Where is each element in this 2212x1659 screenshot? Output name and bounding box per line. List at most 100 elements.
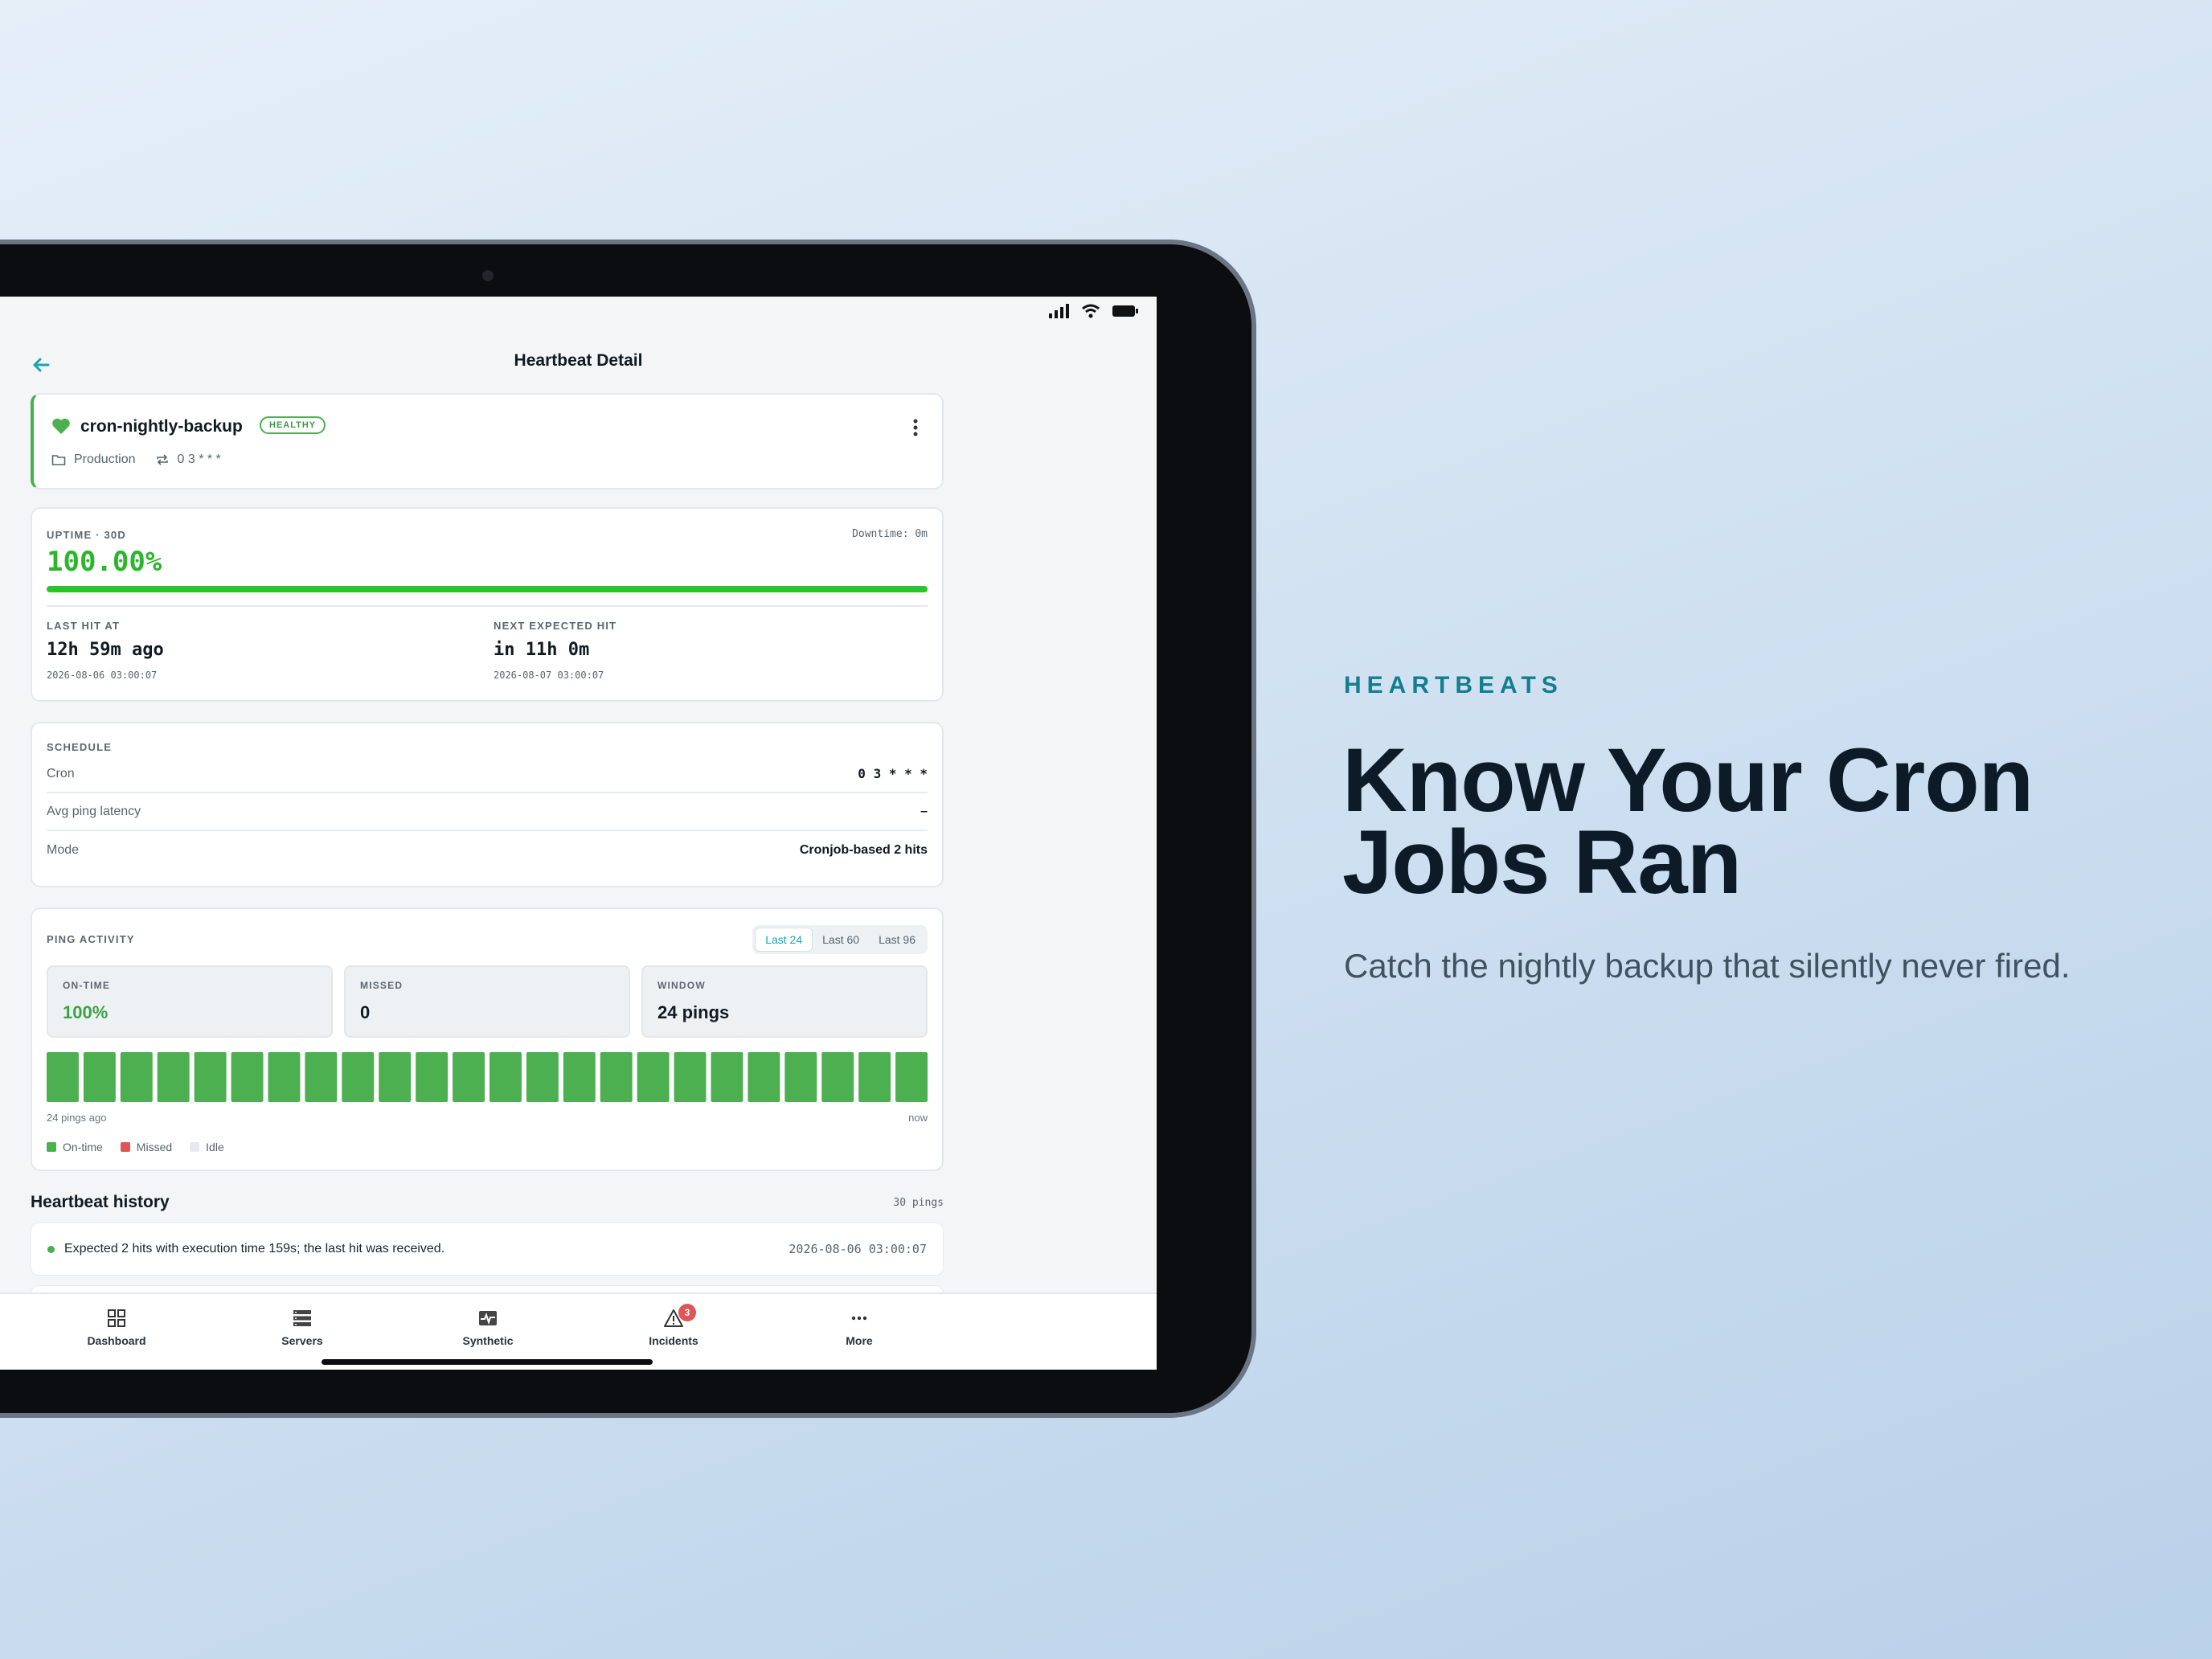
- stat-on-time: ON-TIME 100%: [47, 965, 333, 1038]
- stat-value: 100%: [63, 1002, 109, 1022]
- history-message-text: Expected 2 hits with execution time 159s…: [64, 1242, 445, 1256]
- status-dot: [47, 1245, 55, 1253]
- legend-missed: Missed: [120, 1141, 173, 1153]
- ping-legend: On-time Missed Idle: [47, 1141, 224, 1153]
- ping-bar: [305, 1052, 338, 1102]
- legend-label: Missed: [136, 1141, 173, 1153]
- ping-bar: [858, 1052, 891, 1102]
- ping-bar: [784, 1052, 817, 1102]
- schedule-row-latency: Avg ping latency –: [47, 793, 928, 831]
- ping-activity-card: PING ACTIVITY Last 24 Last 60 Last 96 ON…: [31, 907, 944, 1171]
- home-indicator: [322, 1359, 653, 1365]
- history-timestamp: 2026-08-06 03:00:07: [789, 1242, 927, 1256]
- ping-bar: [453, 1052, 485, 1102]
- last-hit-label: LAST HIT AT: [47, 620, 121, 632]
- nav-header: Heartbeat Detail: [0, 330, 1157, 403]
- range-last-60[interactable]: Last 60: [813, 928, 869, 952]
- tab-servers[interactable]: Servers: [238, 1307, 367, 1347]
- legend-label: Idle: [206, 1141, 224, 1153]
- history-message: Expected 2 hits with execution time 159s…: [47, 1242, 444, 1256]
- ping-timeline: [47, 1052, 928, 1102]
- ping-axis: 24 pings ago now: [47, 1112, 928, 1124]
- ping-bar: [637, 1052, 670, 1102]
- battery-icon: [1112, 305, 1138, 317]
- bottom-tab-bar: Dashboard Servers Synthetic 3 Incidents …: [0, 1292, 1157, 1370]
- range-last-24[interactable]: Last 24: [755, 928, 813, 952]
- legend-swatch: [120, 1142, 130, 1152]
- axis-end: now: [908, 1112, 928, 1124]
- subtitle: Catch the nightly backup that silently n…: [1344, 947, 2071, 985]
- heart-icon: [52, 418, 70, 434]
- ping-bar: [563, 1052, 596, 1102]
- last-hit-value: 12h 59m ago: [47, 640, 164, 660]
- row-value: 0 3 * * *: [858, 766, 928, 781]
- ping-bar: [895, 1052, 928, 1102]
- last-hit-block: LAST HIT AT 12h 59m ago 2026-08-06 03:00…: [47, 620, 164, 681]
- monitor-card: cron-nightly-backup HEALTHY Production 0…: [31, 393, 944, 490]
- ping-bar: [379, 1052, 412, 1102]
- tab-synthetic[interactable]: Synthetic: [424, 1307, 552, 1347]
- cron-expression: 0 3 * * *: [177, 453, 221, 466]
- axis-start: 24 pings ago: [47, 1112, 107, 1124]
- history-count: 30 pings: [893, 1196, 944, 1209]
- ping-bar: [120, 1052, 153, 1102]
- downtime-text: Downtime: 0m: [852, 528, 928, 540]
- ping-bar: [490, 1052, 522, 1102]
- ping-bar: [194, 1052, 227, 1102]
- stat-window: WINDOW 24 pings: [641, 965, 928, 1038]
- uptime-card: UPTIME · 30D Downtime: 0m 100.00% LAST H…: [31, 507, 944, 702]
- legend-swatch: [190, 1142, 200, 1152]
- status-badge: HEALTHY: [260, 416, 326, 434]
- tab-label: Synthetic: [462, 1334, 514, 1347]
- next-hit-label: NEXT EXPECTED HIT: [494, 620, 617, 632]
- project-name: Production: [74, 453, 136, 466]
- next-hit-value: in 11h 0m: [494, 640, 590, 660]
- headline: Know Your Cron Jobs Ran: [1342, 730, 2034, 912]
- uptime-label: UPTIME · 30D: [47, 529, 126, 541]
- history-header: Heartbeat history 30 pings: [31, 1193, 944, 1212]
- schedule-row-mode: Mode Cronjob-based 2 hits: [47, 831, 928, 869]
- uptime-percent: 100.00%: [47, 546, 162, 578]
- app-screen: Heartbeat Detail cron-nightly-backup HEA…: [0, 297, 1157, 1370]
- ping-stats: ON-TIME 100% MISSED 0 WINDOW 24 pings: [47, 965, 928, 1038]
- tab-more[interactable]: More: [795, 1307, 924, 1347]
- more-icon: [851, 1316, 867, 1321]
- ping-bar: [47, 1052, 79, 1102]
- history-item[interactable]: Expected 2 hits with execution time 159s…: [31, 1223, 944, 1276]
- legend-idle: Idle: [190, 1141, 224, 1153]
- tab-incidents[interactable]: 3 Incidents: [609, 1304, 738, 1347]
- ping-bar: [268, 1052, 301, 1102]
- repeat-icon: [156, 454, 168, 465]
- legend-label: On-time: [63, 1141, 103, 1153]
- status-bar: [1049, 300, 1139, 322]
- ping-bar: [748, 1052, 780, 1102]
- ping-bar: [821, 1052, 854, 1102]
- folder-icon: [51, 455, 66, 465]
- tab-label: Dashboard: [87, 1334, 146, 1347]
- last-hit-timestamp: 2026-08-06 03:00:07: [47, 670, 158, 681]
- ping-bar: [342, 1052, 375, 1102]
- ping-bar: [526, 1052, 559, 1102]
- ping-bar: [83, 1052, 116, 1102]
- stat-label: ON-TIME: [63, 980, 111, 991]
- tab-dashboard[interactable]: Dashboard: [52, 1307, 181, 1347]
- monitor-meta: Production 0 3 * * *: [51, 453, 221, 467]
- grid-icon: [108, 1309, 125, 1327]
- monitor-name: cron-nightly-backup: [80, 417, 243, 436]
- history-title: Heartbeat history: [31, 1193, 170, 1211]
- tab-label: More: [846, 1334, 873, 1347]
- more-vertical-icon[interactable]: [913, 419, 918, 436]
- camera-dot: [482, 270, 494, 281]
- row-key: Cron: [47, 766, 75, 780]
- tab-label: Incidents: [649, 1334, 698, 1347]
- schedule-row-cron: Cron 0 3 * * *: [47, 756, 928, 793]
- range-segmented-control: Last 24 Last 60 Last 96: [752, 925, 928, 954]
- ping-bar: [674, 1052, 707, 1102]
- next-hit-block: NEXT EXPECTED HIT in 11h 0m 2026-08-07 0…: [494, 620, 616, 681]
- row-key: Mode: [47, 842, 80, 857]
- signal-icon: [1049, 304, 1069, 318]
- row-value: –: [920, 804, 928, 818]
- ping-bar: [416, 1052, 449, 1102]
- range-last-96[interactable]: Last 96: [869, 928, 925, 952]
- wifi-icon: [1082, 304, 1100, 318]
